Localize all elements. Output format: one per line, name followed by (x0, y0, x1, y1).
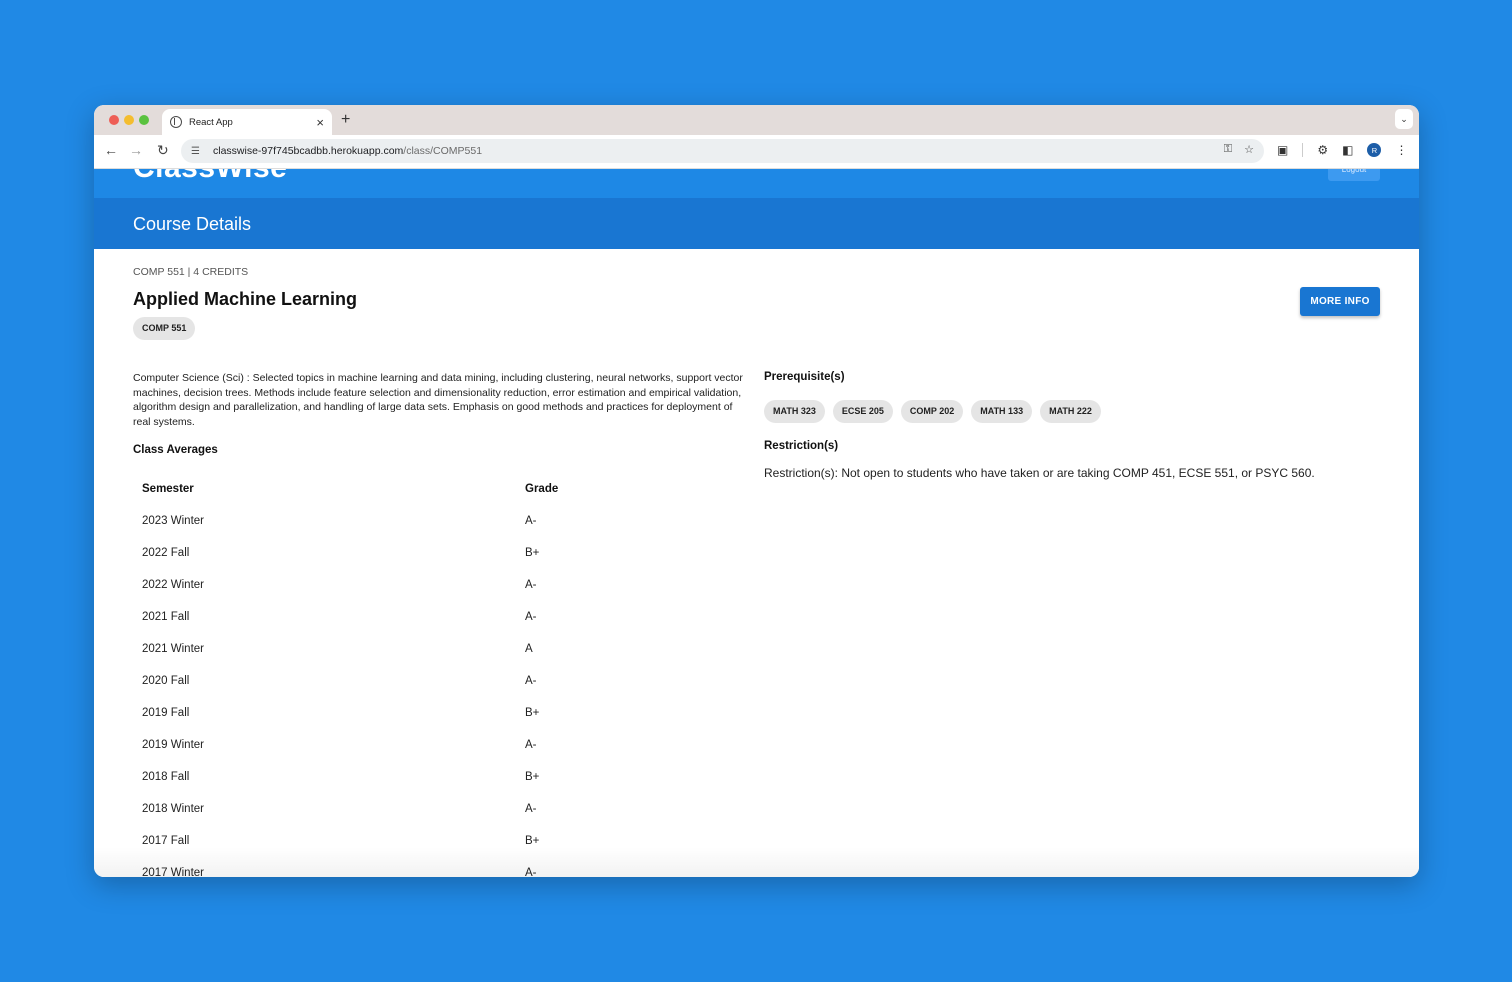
table-row: 2018 Winter A- (133, 793, 746, 825)
page-content: ClassWise Logout Course Details COMP 551… (94, 169, 1419, 877)
profile-avatar[interactable]: R (1367, 143, 1382, 157)
table-row: 2021 Fall A- (133, 601, 746, 633)
prerequisite-chip[interactable]: ECSE 205 (832, 400, 893, 423)
grade-cell: A (525, 643, 533, 655)
prerequisite-chip[interactable]: MATH 323 (764, 400, 825, 423)
new-tab-button[interactable]: + (341, 111, 350, 129)
reload-icon[interactable]: ↻ (157, 143, 169, 157)
grade-cell: A- (525, 515, 537, 527)
course-description: Computer Science (Sci) : Selected topics… (133, 372, 743, 428)
table-row: 2019 Winter A- (133, 729, 746, 761)
grade-cell: A- (525, 803, 537, 815)
kebab-menu-icon[interactable]: ⋮ (1395, 143, 1407, 157)
grade-cell: A- (525, 867, 537, 877)
course-code-chip: COMP 551 (133, 317, 196, 340)
semester-cell: 2017 Winter (142, 867, 205, 877)
semester-cell: 2022 Fall (142, 547, 190, 559)
table-row: 2023 Winter A- (133, 505, 746, 537)
app-bar: ClassWise Logout (94, 169, 1419, 198)
semester-cell: 2018 Winter (142, 803, 205, 815)
grade-cell: B+ (525, 835, 540, 847)
grade-cell: B+ (525, 707, 540, 719)
table-row: 2021 Winter A (133, 633, 746, 665)
key-icon[interactable]: ⚿ (1224, 143, 1232, 156)
address-bar[interactable]: ☰ classwise-97f745bcadbb.herokuapp.com/c… (181, 139, 1264, 163)
more-info-button[interactable]: MORE INFO (1300, 287, 1380, 316)
sidebar-icon[interactable]: ◧ (1342, 143, 1353, 157)
table-row: 2019 Fall B+ (133, 697, 746, 729)
site-info-icon[interactable]: ☰ (191, 146, 205, 157)
page-title: Course Details (133, 214, 252, 234)
extensions-puzzle-icon[interactable]: ▣ (1277, 143, 1288, 157)
prerequisite-chip[interactable]: COMP 202 (900, 400, 964, 423)
prerequisites-list: MATH 323 ECSE 205 COMP 202 MATH 133 MATH… (764, 400, 1101, 423)
table-row: 2020 Fall A- (133, 665, 746, 697)
class-averages-heading: Class Averages (133, 444, 218, 456)
tab-strip: React App × + ⌄ (94, 105, 1419, 135)
browser-tab[interactable]: React App × (162, 109, 332, 135)
grade-cell: B+ (525, 547, 540, 559)
table-header-row: Semester Grade (133, 473, 746, 505)
table-row: 2022 Winter A- (133, 569, 746, 601)
class-averages-table: Semester Grade 2023 Winter A- 2022 Fall B+… (133, 473, 746, 877)
semester-cell: 2017 Fall (142, 835, 190, 847)
course-details-header: Course Details (94, 198, 1419, 249)
app-brand[interactable]: ClassWise (133, 169, 287, 185)
tab-title: React App (189, 116, 233, 128)
grade-cell: A- (525, 579, 537, 591)
prerequisite-chip[interactable]: MATH 133 (971, 400, 1033, 423)
semester-cell: 2021 Winter (142, 643, 205, 655)
semester-cell: 2019 Winter (142, 739, 205, 751)
semester-cell: 2021 Fall (142, 611, 190, 623)
url-path: /class/COMP551 (403, 145, 483, 157)
semester-column-header: Semester (142, 483, 194, 495)
course-meta: COMP 551 | 4 CREDITS (133, 266, 249, 278)
prerequisites-heading: Prerequisite(s) (764, 371, 845, 383)
grade-cell: A- (525, 611, 537, 623)
close-window-button[interactable] (109, 115, 119, 125)
close-tab-icon[interactable]: × (316, 116, 324, 129)
grade-cell: A- (525, 675, 537, 687)
grade-cell: B+ (525, 771, 540, 783)
url-host: classwise-97f745bcadbb.herokuapp.com (213, 145, 404, 157)
browser-toolbar: ← → ↻ ☰ classwise-97f745bcadbb.herokuapp… (94, 135, 1419, 169)
table-row: 2022 Fall B+ (133, 537, 746, 569)
semester-cell: 2020 Fall (142, 675, 190, 687)
semester-cell: 2018 Fall (142, 771, 190, 783)
back-icon[interactable]: ← (104, 143, 118, 157)
semester-cell: 2023 Winter (142, 515, 205, 527)
table-row: 2017 Fall B+ (133, 825, 746, 857)
minimize-window-button[interactable] (124, 115, 134, 125)
prerequisite-chip[interactable]: MATH 222 (1040, 400, 1101, 423)
semester-cell: 2022 Winter (142, 579, 205, 591)
url-text[interactable]: classwise-97f745bcadbb.herokuapp.com/cla… (213, 145, 482, 157)
table-row: 2018 Fall B+ (133, 761, 746, 793)
forward-icon[interactable]: → (129, 143, 143, 157)
extension-icon[interactable]: ⚙ (1317, 143, 1328, 157)
semester-cell: 2019 Fall (142, 707, 190, 719)
tab-search-button[interactable]: ⌄ (1395, 109, 1413, 129)
browser-window: React App × + ⌄ ← → ↻ ☰ classwise-97f745… (94, 105, 1419, 877)
logout-button[interactable]: Logout (1328, 169, 1380, 181)
table-row: 2017 Winter A- (133, 857, 746, 877)
grade-cell: A- (525, 739, 537, 751)
course-title: Applied Machine Learning (133, 289, 358, 309)
maximize-window-button[interactable] (139, 115, 149, 125)
restrictions-text: Restriction(s): Not open to students who… (764, 466, 1315, 480)
grade-column-header: Grade (525, 483, 559, 495)
globe-icon (170, 116, 182, 128)
toolbar-divider (1302, 143, 1304, 157)
bookmark-star-icon[interactable]: ☆ (1244, 143, 1254, 156)
restrictions-heading: Restriction(s) (764, 440, 839, 452)
